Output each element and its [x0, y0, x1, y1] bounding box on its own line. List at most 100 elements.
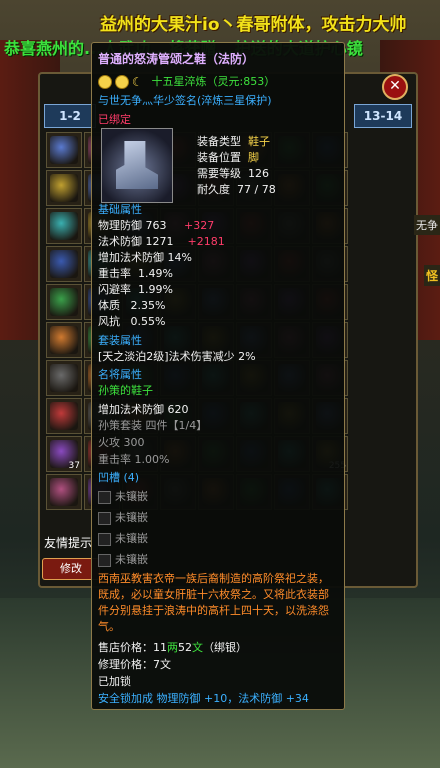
item-tooltip: 普通的怒涛管颂之鞋（法防） ☾ 十五星淬炼（灵元:853） 与世无争灬华少签名(… [91, 42, 345, 710]
con-label: 体质 [98, 299, 120, 312]
inventory-slot[interactable] [46, 284, 82, 320]
sockets-header: 凹槽 (4) [98, 471, 140, 484]
inventory-slot[interactable] [46, 360, 82, 396]
general-name: 孙策的鞋子 [98, 384, 153, 397]
socket-icon [98, 511, 111, 525]
item-icon [50, 402, 78, 430]
level-label: 需要等级 [197, 167, 241, 180]
mag-def-label: 法术防御 [98, 235, 142, 248]
sell-value: 11 [153, 641, 167, 654]
tab-1-2[interactable]: 1-2 [44, 104, 96, 128]
set-attr: [天之淡泊2级]法术伤害减少 2% [98, 350, 256, 363]
smile-icon [98, 75, 112, 89]
general-set: 孙策套装 四件【1/4】 [98, 419, 208, 432]
type-row: 装备类型 鞋子 [197, 133, 270, 149]
con-row: 体质 2.35% [98, 297, 165, 313]
inventory-slot[interactable] [46, 170, 82, 206]
crit-row: 重击率 1.49% [98, 265, 173, 281]
star-row: ☾ 十五星淬炼（灵元:853） [98, 73, 275, 89]
friend-hint: 友情提示 [44, 536, 93, 550]
general-attr: 增加法术防御 620 [98, 403, 189, 416]
socket-3: 未镶嵌 [98, 530, 148, 546]
sell-unit-wen: 文 [192, 641, 203, 654]
phys-def-row: 物理防御 763 +327 [98, 217, 214, 233]
repair-label: 修理价格： [98, 658, 153, 671]
inventory-slot[interactable] [46, 398, 82, 434]
base-header: 基础属性 [98, 203, 142, 216]
mag-def-row: 法术防御 1271 +2181 [98, 233, 225, 249]
phys-def-value: 763 [145, 219, 167, 232]
mag-def-bonus: +2181 [187, 235, 225, 248]
spirit-value: （灵元:853） [206, 75, 276, 88]
dodge-label: 闪避率 [98, 283, 131, 296]
type-value: 鞋子 [248, 135, 270, 148]
moon-icon: ☾ [132, 75, 143, 89]
level-value: 126 [248, 167, 269, 180]
durability-value: 77 / 78 [237, 183, 276, 196]
item-icon [50, 478, 78, 506]
socket-label: 未镶嵌 [115, 532, 148, 545]
boot-icon [116, 141, 158, 189]
sell-unit-liang: 两 [167, 641, 178, 654]
wind-value: 0.55% [130, 315, 166, 328]
engrave-text: 与世无争灬华少签名(淬炼三星保护) [98, 94, 272, 107]
side-label-2: 怪 [423, 265, 440, 286]
inventory-slot[interactable] [46, 246, 82, 282]
item-icon [50, 288, 78, 316]
position-row: 装备位置 脚 [197, 149, 259, 165]
inventory-slot[interactable] [46, 322, 82, 358]
socket-4: 未镶嵌 [98, 551, 148, 567]
star-level: 十五星淬炼 [151, 75, 207, 88]
item-title: 普通的怒涛管颂之鞋（法防） [98, 52, 255, 66]
stack-count: 37 [68, 461, 80, 471]
position-label: 装备位置 [197, 151, 241, 164]
close-button[interactable]: ✕ [382, 74, 408, 100]
broadcast-line-1: 益州的大果汁io丶春哥附体，攻击力大帅 [100, 15, 407, 35]
inventory-slot[interactable] [46, 132, 82, 168]
socket-icon [98, 532, 111, 546]
type-label: 装备类型 [197, 135, 241, 148]
socket-label: 未镶嵌 [115, 553, 148, 566]
item-icon [101, 128, 173, 203]
inventory-slot[interactable] [46, 474, 82, 510]
socket-label: 未镶嵌 [115, 490, 148, 503]
level-row: 需要等级 126 [197, 165, 269, 181]
sell-price-row: 售店价格：11两52文（绑银） [98, 639, 247, 655]
side-label-1: 无争 [414, 215, 440, 235]
attr-mag-def-pct: 增加法术防御 14% [98, 251, 192, 264]
set-header: 套装属性 [98, 334, 142, 347]
sell-label: 售店价格： [98, 641, 153, 654]
socket-icon [98, 553, 111, 567]
smile-icon [115, 75, 129, 89]
socket-2: 未镶嵌 [98, 509, 148, 525]
sell-value2: 52 [178, 641, 192, 654]
inventory-slot[interactable] [46, 208, 82, 244]
durability-row: 耐久度 77 / 78 [197, 181, 276, 197]
sell-note: （绑银） [203, 641, 247, 654]
socket-1: 未镶嵌 [98, 488, 148, 504]
socket-icon [98, 490, 111, 504]
phys-def-label: 物理防御 [98, 219, 142, 232]
item-icon [50, 212, 78, 240]
locked-text: 已加锁 [98, 675, 131, 688]
repair-row: 修理价格：7文 [98, 656, 171, 672]
position-value: 脚 [248, 151, 259, 164]
wind-label: 风抗 [98, 315, 120, 328]
crit-value: 1.49% [138, 267, 173, 280]
dodge-row: 闪避率 1.99% [98, 281, 173, 297]
lock-bonus: 安全锁加成 物理防御 +10，法术防御 +34 [98, 692, 309, 705]
dodge-value: 1.99% [138, 283, 173, 296]
item-icon [50, 174, 78, 202]
general-header: 名将属性 [98, 368, 142, 381]
wind-row: 风抗 0.55% [98, 313, 165, 329]
item-description: 西南巫教害衣帝一族后裔制造的高阶祭祀之装，既成，必以童女肝脏十六枚祭之。又将此衣… [98, 572, 329, 633]
con-value: 2.35% [130, 299, 166, 312]
durability-label: 耐久度 [197, 183, 230, 196]
inventory-slot[interactable]: 37 [46, 436, 82, 472]
item-icon [50, 326, 78, 354]
tab-13-14[interactable]: 13-14 [354, 104, 412, 128]
socket-label: 未镶嵌 [115, 511, 148, 524]
item-icon [50, 136, 78, 164]
general-crit: 重击率 1.00% [98, 453, 170, 466]
item-icon [50, 250, 78, 278]
